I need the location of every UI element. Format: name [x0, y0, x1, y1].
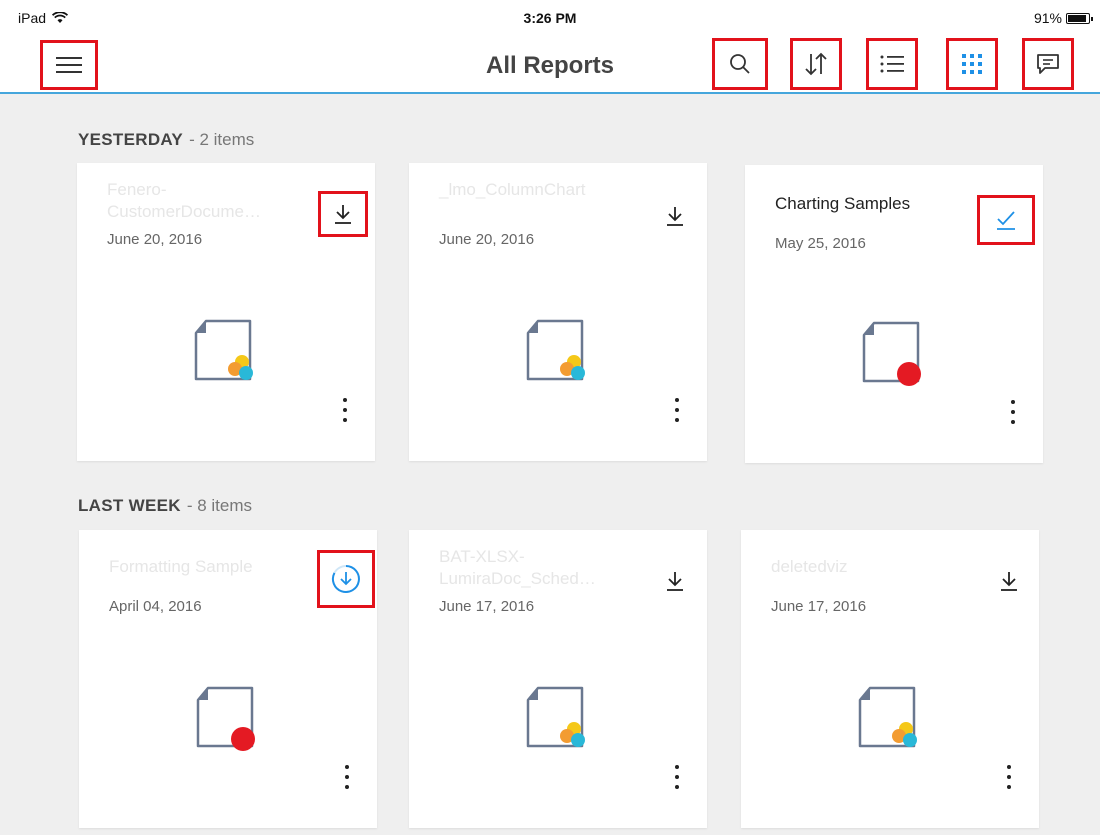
battery-level	[1068, 14, 1087, 22]
battery-icon	[1066, 12, 1093, 24]
downloading-status-button[interactable]	[317, 550, 375, 608]
hamburger-icon	[56, 57, 82, 73]
feedback-button[interactable]	[1022, 38, 1074, 90]
report-date: June 17, 2016	[439, 598, 535, 615]
report-card[interactable]: deletedviz June 17, 2016	[741, 530, 1039, 828]
report-card[interactable]: _lmo_ColumnChart June 20, 2016	[409, 163, 707, 461]
section-count: - 8 items	[186, 496, 252, 515]
downloaded-check-icon	[997, 211, 1015, 230]
download-button[interactable]	[659, 201, 691, 231]
document-multicolor-icon	[858, 686, 917, 748]
download-button[interactable]	[993, 566, 1025, 596]
status-bar: iPad 3:26 PM 91%	[0, 0, 1100, 36]
report-title: Fenero- CustomerDocume…	[107, 180, 261, 221]
list-icon	[880, 55, 904, 73]
report-title: _lmo_ColumnChart	[439, 180, 586, 199]
report-title: Charting Samples	[775, 194, 911, 213]
list-view-button[interactable]	[866, 38, 918, 90]
report-date: June 20, 2016	[107, 231, 203, 248]
report-card[interactable]: Formatting Sample April 04, 2016	[79, 530, 377, 828]
section-count: - 2 items	[189, 130, 255, 149]
report-title: deletedviz	[771, 557, 848, 576]
section-title: YESTERDAY	[78, 130, 184, 149]
status-time: 3:26 PM	[523, 10, 577, 26]
report-title: BAT-XLSX- LumiraDoc_Sched…	[439, 547, 596, 588]
search-button[interactable]	[712, 38, 768, 90]
search-icon	[730, 54, 750, 74]
more-options-button[interactable]	[1005, 397, 1021, 427]
download-button[interactable]	[659, 566, 691, 596]
grid-view-button[interactable]	[946, 38, 998, 90]
report-date: May 25, 2016	[775, 235, 866, 252]
status-right: 91%	[1033, 10, 1093, 26]
section-header-yesterday: YESTERDAY - 2 items	[78, 130, 254, 150]
download-button[interactable]	[318, 191, 368, 237]
report-date: April 04, 2016	[109, 598, 202, 615]
report-card[interactable]: Charting Samples May 25, 2016	[745, 165, 1043, 463]
page-title: All Reports	[485, 52, 614, 79]
section-header-last-week: LAST WEEK - 8 items	[78, 496, 252, 516]
menu-button[interactable]	[40, 40, 98, 90]
downloading-progress-icon	[331, 564, 360, 593]
more-options-button[interactable]	[339, 762, 355, 792]
document-multicolor-icon	[194, 319, 253, 381]
report-card[interactable]: BAT-XLSX- LumiraDoc_Sched… June 17, 2016	[409, 530, 707, 828]
more-options-button[interactable]	[669, 395, 685, 425]
battery-percent: 91%	[1033, 10, 1062, 26]
document-multicolor-icon	[526, 686, 585, 748]
more-options-button[interactable]	[1001, 762, 1017, 792]
more-options-button[interactable]	[669, 762, 685, 792]
download-icon	[667, 207, 683, 226]
download-icon	[667, 572, 683, 591]
sort-button[interactable]	[790, 38, 842, 90]
nav-bar: All Reports	[0, 36, 1100, 94]
document-red-icon	[862, 321, 921, 386]
report-title: Formatting Sample	[109, 557, 253, 576]
sort-icon	[805, 52, 827, 76]
download-icon	[335, 205, 351, 224]
report-card[interactable]: Fenero- CustomerDocume… June 20, 2016	[77, 163, 375, 461]
section-title: LAST WEEK	[78, 496, 181, 515]
comment-icon	[1037, 54, 1059, 74]
downloaded-status-button[interactable]	[977, 195, 1035, 245]
document-multicolor-icon	[526, 319, 585, 381]
document-red-icon	[196, 686, 255, 751]
more-options-button[interactable]	[337, 395, 353, 425]
report-date: June 17, 2016	[771, 598, 867, 615]
download-icon	[1001, 572, 1017, 591]
grid-icon	[962, 54, 982, 74]
report-date: June 20, 2016	[439, 231, 535, 248]
